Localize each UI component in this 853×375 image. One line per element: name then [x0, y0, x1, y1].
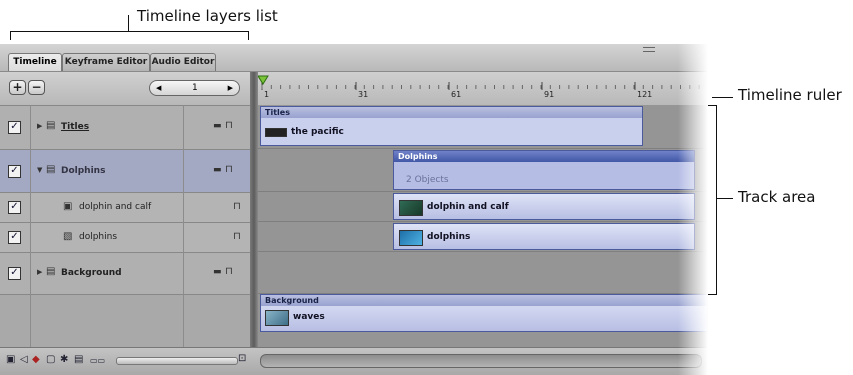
track-row-divider: [258, 191, 708, 192]
ruler-label: 61: [451, 90, 462, 99]
layer-type-icon: ▬: [213, 267, 222, 277]
track-row-divider: [258, 221, 708, 222]
film-icon: ▣: [63, 201, 73, 212]
callout-track-bracket: [708, 105, 717, 295]
image-icon: ▧: [63, 231, 73, 242]
callout-bracket-top: [10, 31, 249, 40]
group-icon: ▤: [46, 164, 56, 175]
layer-checkbox[interactable]: ✓: [8, 267, 21, 280]
lock-icon[interactable]: ⊓: [225, 266, 233, 277]
clip-view-icon[interactable]: ▢: [46, 354, 55, 365]
lock-icon[interactable]: ⊓: [225, 164, 233, 175]
text-clip-thumbnail: [265, 128, 287, 137]
layer-row-dolphins-clip[interactable]: ✓ ▧ dolphins ⊓: [0, 223, 250, 253]
bottom-toolbar: ▣ ◁ ◆ ▢ ✱ ▤ ▭▭ ⊡: [0, 347, 708, 375]
zoom-in-icon[interactable]: ⊡: [238, 353, 246, 364]
clip-label: dolphins: [427, 232, 471, 242]
objects-count: 2 Objects: [406, 175, 449, 185]
column-divider: [183, 105, 184, 375]
zoom-slider[interactable]: [116, 357, 238, 365]
keyframe-icon[interactable]: ◆: [32, 354, 40, 365]
track-row-divider: [258, 148, 708, 149]
remove-layer-button[interactable]: −: [28, 80, 45, 95]
dolphins-group-bar[interactable]: Dolphins 2 Objects: [393, 150, 695, 190]
lock-icon[interactable]: ⊓: [233, 201, 241, 212]
track-area[interactable]: Titles the pacific Dolphins 2 Objects do…: [258, 105, 708, 347]
pane-splitter[interactable]: [250, 72, 258, 375]
image-thumbnail: [399, 230, 423, 246]
group-bar-header: Background: [261, 295, 707, 306]
playhead-marker: [258, 75, 269, 85]
timeline-ruler[interactable]: 1 31 61 91 121: [258, 72, 708, 106]
video-thumbnail: [399, 200, 423, 216]
zoom-out-icon[interactable]: ▭▭: [90, 356, 105, 365]
callout-layers-list: Timeline layers list: [137, 7, 278, 25]
callout-track-line: [716, 198, 733, 199]
callout-bracket-stem: [128, 15, 129, 31]
lock-icon[interactable]: ⊓: [233, 231, 241, 242]
titles-group-bar[interactable]: Titles the pacific: [260, 106, 643, 146]
layer-checkbox[interactable]: ✓: [8, 165, 21, 178]
clip-label: the pacific: [291, 127, 344, 137]
horizontal-scrollbar[interactable]: [260, 354, 702, 368]
tab-timeline[interactable]: Timeline: [8, 53, 62, 71]
layers-list: + − ◀ 1 ▶ ✓ ▶ ▤ Titles ▬ ⊓ ✓ ▼ ▤ Dolphin…: [0, 72, 250, 375]
layer-row-dolphins[interactable]: ✓ ▼ ▤ Dolphins ▬ ⊓: [0, 150, 250, 193]
layer-name[interactable]: Dolphins: [61, 166, 105, 176]
ruler-label: 121: [637, 90, 653, 99]
ruler-label: 1: [264, 90, 270, 99]
layer-checkbox[interactable]: ✓: [8, 201, 21, 214]
stepper-right-arrow[interactable]: ▶: [228, 81, 233, 95]
lock-icon[interactable]: ⊓: [225, 120, 233, 131]
clip-label: waves: [293, 312, 325, 322]
layer-type-icon: ▬: [213, 121, 222, 131]
add-layer-button[interactable]: +: [9, 80, 26, 95]
ruler-ticks: [258, 75, 700, 90]
background-group-bar[interactable]: Background waves: [260, 294, 708, 332]
timeline-window: Timeline Keyframe Editor Audio Editor + …: [0, 44, 708, 375]
layer-type-icon: ▬: [213, 165, 222, 175]
disclosure-triangle-icon[interactable]: ▶: [37, 268, 42, 276]
view-toggle-icon[interactable]: ▣: [6, 354, 15, 365]
group-icon: ▤: [46, 266, 56, 277]
frame-stepper[interactable]: ◀ 1 ▶: [149, 80, 240, 96]
callout-ruler: Timeline ruler: [738, 86, 842, 104]
clip-dolphins[interactable]: dolphins: [393, 223, 695, 250]
layer-row-background[interactable]: ✓ ▶ ▤ Background ▬ ⊓: [0, 253, 250, 295]
layer-checkbox[interactable]: ✓: [8, 121, 21, 134]
track-row-divider: [258, 251, 708, 252]
layer-row-titles[interactable]: ✓ ▶ ▤ Titles ▬ ⊓: [0, 106, 250, 150]
layer-name[interactable]: Background: [61, 268, 122, 278]
tab-audio-editor[interactable]: Audio Editor: [150, 53, 216, 71]
layers-control-row: + − ◀ 1 ▶: [0, 72, 250, 106]
window-grip[interactable]: [643, 47, 655, 52]
group-bar-header: Dolphins: [394, 151, 694, 162]
video-thumbnail: [265, 310, 289, 326]
layer-row-dolphin-and-calf[interactable]: ✓ ▣ dolphin and calf ⊓: [0, 193, 250, 223]
group-bar-header: Titles: [261, 107, 642, 118]
group-icon: ▤: [46, 120, 56, 131]
clip-label: dolphin and calf: [427, 202, 509, 212]
edge-fade: [678, 44, 708, 375]
disclosure-triangle-icon[interactable]: ▼: [37, 166, 42, 174]
layer-name[interactable]: dolphin and calf: [79, 202, 151, 212]
tab-bar: Timeline Keyframe Editor Audio Editor: [0, 44, 708, 72]
tab-keyframe-editor[interactable]: Keyframe Editor: [62, 53, 150, 71]
column-divider: [30, 105, 31, 375]
group-view-icon[interactable]: ▤: [74, 354, 83, 365]
ruler-label: 31: [358, 90, 369, 99]
audio-icon[interactable]: ◁: [20, 354, 28, 365]
stepper-left-arrow[interactable]: ◀: [156, 81, 161, 95]
layer-name[interactable]: dolphins: [79, 232, 117, 242]
callout-track-area: Track area: [738, 188, 816, 206]
ruler-label: 91: [544, 90, 555, 99]
clip-dolphin-and-calf[interactable]: dolphin and calf: [393, 193, 695, 220]
frame-value: 1: [192, 83, 198, 93]
callout-ruler-line: [712, 97, 733, 98]
layer-checkbox[interactable]: ✓: [8, 231, 21, 244]
disclosure-triangle-icon[interactable]: ▶: [37, 122, 42, 130]
layer-name[interactable]: Titles: [61, 122, 89, 132]
snap-icon[interactable]: ✱: [60, 354, 68, 365]
